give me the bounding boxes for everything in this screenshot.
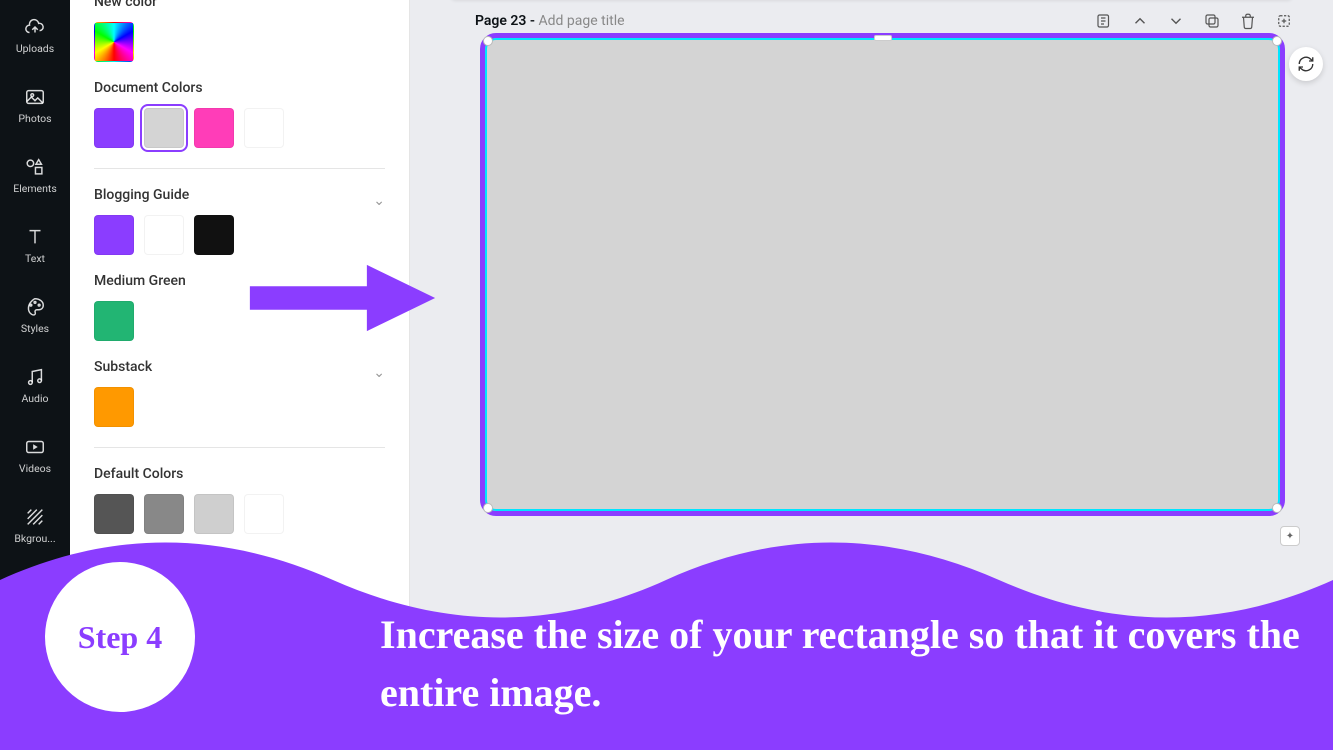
resize-handle-tl[interactable] (483, 36, 493, 46)
divider (94, 447, 385, 448)
substack-title: Substack (94, 359, 152, 375)
chevron-down-icon[interactable] (1167, 12, 1185, 30)
color-swatch[interactable] (94, 215, 134, 255)
tutorial-instruction: Increase the size of your rectangle so t… (380, 606, 1303, 722)
substack-swatches (94, 387, 385, 427)
resize-handle-tr[interactable] (1272, 36, 1282, 46)
tool-audio[interactable]: Audio (0, 350, 70, 420)
new-color-title: New color (94, 0, 385, 10)
color-swatch[interactable] (94, 387, 134, 427)
default-colors-title: Default Colors (94, 466, 385, 482)
chevron-down-icon[interactable]: ⌄ (373, 193, 385, 209)
rotation-handle[interactable] (874, 35, 892, 41)
page-actions (1095, 12, 1293, 30)
page-sep: - (526, 13, 538, 29)
add-page-icon[interactable] (1275, 12, 1293, 30)
step-badge-text: Step 4 (78, 619, 162, 656)
page-title[interactable]: Page 23 - Add page title (475, 13, 625, 29)
blogging-guide-title: Blogging Guide (94, 187, 189, 203)
regenerate-button[interactable] (1289, 47, 1323, 81)
color-swatch[interactable] (194, 108, 234, 148)
resize-handle-br[interactable] (1272, 503, 1282, 513)
color-swatch[interactable] (144, 215, 184, 255)
audio-icon (24, 366, 46, 388)
new-color-picker[interactable] (94, 22, 134, 62)
chevron-up-icon[interactable] (1131, 12, 1149, 30)
videos-icon (24, 436, 46, 458)
page-number: Page 23 (475, 13, 526, 29)
chevron-down-icon[interactable]: ⌄ (373, 365, 385, 381)
document-colors-title: Document Colors (94, 80, 385, 96)
tool-text-label: Text (25, 252, 45, 265)
upload-icon (24, 16, 46, 38)
tool-styles[interactable]: Styles (0, 280, 70, 350)
color-swatch[interactable] (244, 108, 284, 148)
tool-text[interactable]: Text (0, 210, 70, 280)
tutorial-arrow-icon (245, 258, 440, 342)
color-swatch[interactable] (94, 301, 134, 341)
divider (94, 168, 385, 169)
blogging-guide-swatches (94, 215, 385, 255)
elements-icon (24, 156, 46, 178)
color-swatch[interactable] (194, 215, 234, 255)
tool-videos[interactable]: Videos (0, 420, 70, 490)
tool-uploads[interactable]: Uploads (0, 0, 70, 70)
tool-photos[interactable]: Photos (0, 70, 70, 140)
notes-icon[interactable] (1095, 12, 1113, 30)
element-indicator[interactable]: ✦ (1280, 526, 1300, 546)
page-header: Page 23 - Add page title (475, 12, 1293, 30)
refresh-icon (1297, 55, 1315, 73)
color-swatch[interactable] (144, 108, 184, 148)
duplicate-icon[interactable] (1203, 12, 1221, 30)
selected-rectangle[interactable] (480, 33, 1285, 516)
tool-videos-label: Videos (19, 462, 51, 475)
tool-styles-label: Styles (21, 322, 49, 335)
delete-icon[interactable] (1239, 12, 1257, 30)
tool-photos-label: Photos (18, 112, 51, 125)
tool-elements-label: Elements (13, 182, 57, 195)
photos-icon (24, 86, 46, 108)
tool-uploads-label: Uploads (16, 42, 54, 55)
color-swatch[interactable] (94, 108, 134, 148)
document-colors-swatches (94, 108, 385, 148)
resize-handle-bl[interactable] (483, 503, 493, 513)
app-root: Uploads Photos Elements Text Styles Audi… (0, 0, 1333, 750)
text-icon (24, 226, 46, 248)
page-subtitle: Add page title (539, 13, 625, 29)
step-badge: Step 4 (45, 562, 195, 712)
tool-audio-label: Audio (21, 392, 48, 405)
tool-elements[interactable]: Elements (0, 140, 70, 210)
styles-icon (24, 296, 46, 318)
